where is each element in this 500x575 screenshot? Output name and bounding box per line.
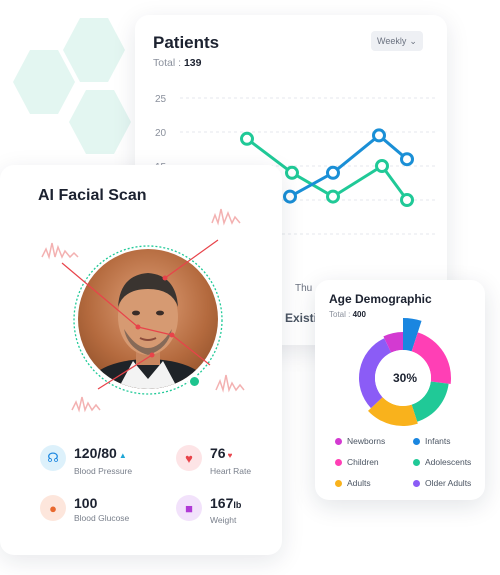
legend-dot	[335, 458, 342, 466]
data-point	[326, 165, 340, 180]
heart-icon: ♥	[176, 445, 202, 471]
bp-value: 120/80	[74, 445, 117, 461]
metric-blood-pressure: ☊ 120/80 ▲ Blood Pressure	[40, 445, 132, 476]
stethoscope-icon: ☊	[40, 445, 66, 471]
online-status-dot	[188, 375, 201, 388]
y-tick-label: 20	[155, 128, 167, 139]
bp-label: Blood Pressure	[74, 466, 133, 476]
legend-label: Adolescents	[425, 457, 472, 467]
weight-value: 167	[210, 495, 234, 511]
legend-dot	[335, 479, 342, 487]
legend-label: Children	[347, 457, 379, 467]
trend-up-icon: ▲	[118, 451, 127, 460]
legend-dot	[413, 479, 420, 487]
legend-label: Adults	[347, 478, 371, 488]
age-demographic-card: Age Demographic Total : 400 30% Newborns…	[315, 280, 485, 500]
data-point	[372, 128, 386, 143]
data-point	[400, 193, 414, 207]
age-donut-chart	[359, 318, 451, 426]
legend-dot	[413, 458, 420, 466]
legend-dot	[335, 437, 342, 445]
legend-item-infants: Infants	[413, 436, 451, 446]
data-point	[326, 189, 340, 204]
legend-dot	[413, 437, 420, 445]
heart-small-icon: ♥	[227, 451, 233, 460]
legend-label: Older Adults	[425, 478, 472, 488]
weight-label: Weight	[210, 515, 237, 525]
legend-item-newborns: Newborns	[335, 436, 385, 446]
bg-value: 100	[74, 495, 98, 511]
x-label-thu: Thu	[295, 283, 313, 294]
data-point	[283, 189, 297, 204]
hr-value: 76	[210, 445, 226, 461]
facial-scan-card: AI Facial Scan ☊ 120/80 ▲ Blood Pressure…	[0, 165, 282, 555]
legend-item-adolescents: Adolescents	[413, 457, 471, 467]
metric-blood-glucose: ● 100 Blood Glucose	[40, 495, 129, 523]
bg-label: Blood Glucose	[74, 513, 130, 523]
hr-label: Heart Rate	[210, 466, 252, 476]
data-point	[285, 165, 299, 180]
data-point	[240, 131, 254, 146]
legend-label: Newborns	[347, 436, 386, 446]
donut-center-label: 30%	[393, 371, 418, 385]
drop-icon: ●	[40, 495, 66, 521]
legend-item-older-adults: Older Adults	[413, 478, 471, 488]
legend-label: Infants	[425, 436, 451, 446]
y-tick-label: 25	[155, 94, 167, 105]
weight-scale-icon: ■	[176, 495, 202, 521]
weight-unit: lb	[233, 500, 242, 510]
legend-item-children: Children	[335, 457, 379, 467]
data-point	[400, 152, 414, 167]
metric-heart-rate: ♥ 76 ♥ Heart Rate	[176, 445, 251, 476]
scan-lines	[61, 239, 219, 390]
legend-item-adults: Adults	[335, 478, 371, 488]
metric-weight: ■ 167lb Weight	[176, 495, 241, 525]
data-point	[375, 159, 389, 173]
